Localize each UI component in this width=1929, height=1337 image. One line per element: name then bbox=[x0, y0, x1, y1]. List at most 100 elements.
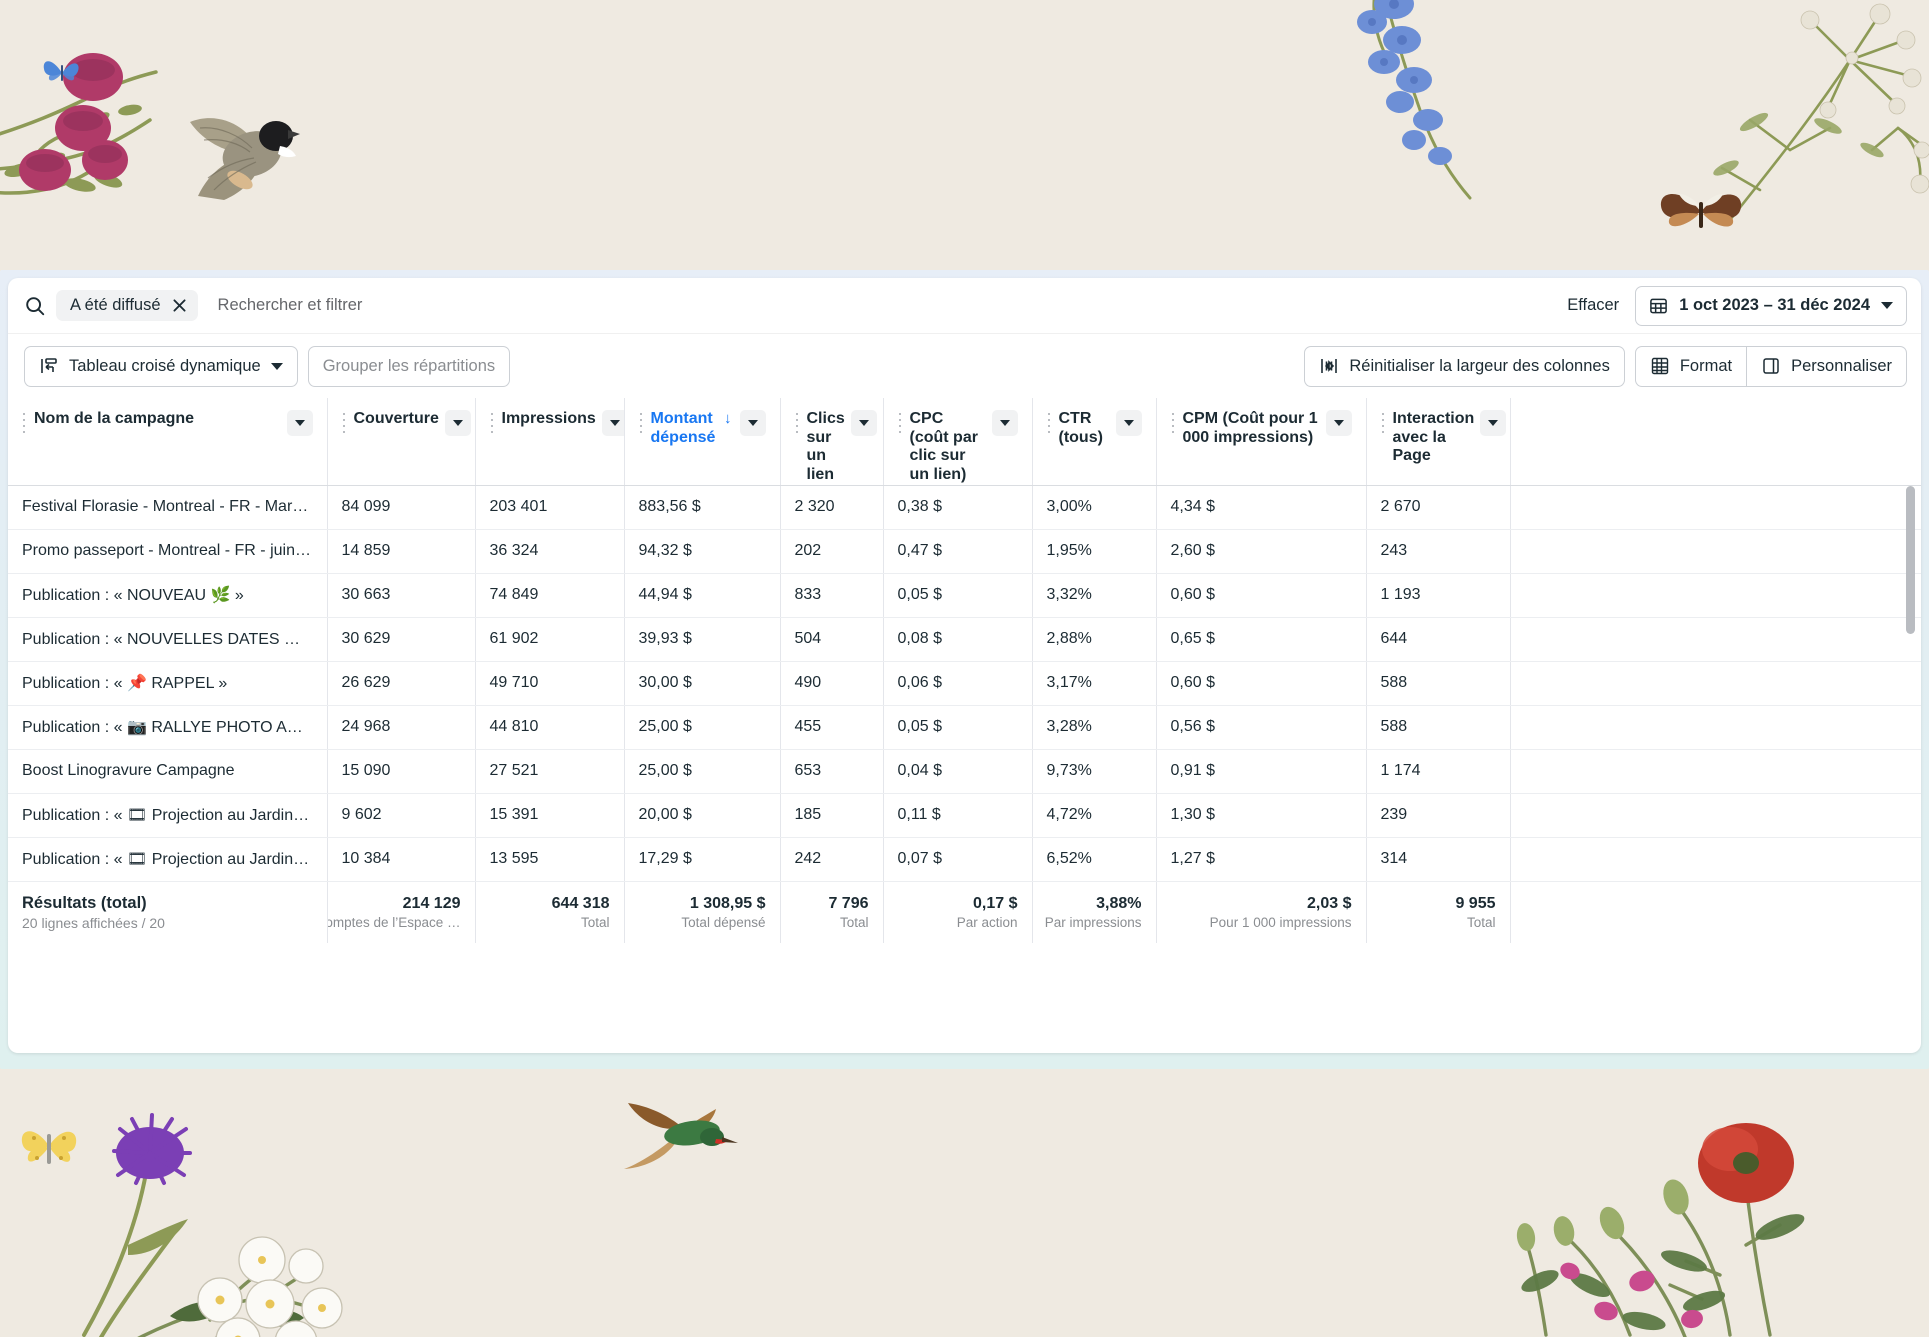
table-row[interactable]: Publication : « 📷 RALLYE PHOTO AU JARD..… bbox=[8, 705, 1921, 750]
column-drag-handle[interactable] bbox=[1046, 411, 1051, 437]
campaign-name-link[interactable]: Publication : « 📷 RALLYE PHOTO AU JARD..… bbox=[8, 705, 328, 750]
column-menu-caret-icon[interactable] bbox=[850, 410, 877, 436]
table-row[interactable]: Publication : « 🎞 Projection au Jardin b… bbox=[8, 837, 1921, 882]
group-breakdowns-label: Grouper les répartitions bbox=[322, 356, 496, 375]
totals-cell-1: 214 129 comptes de l’Espace … bbox=[327, 880, 476, 944]
column-drag-handle[interactable] bbox=[1380, 411, 1385, 437]
cell-cpm: 0,91 $ bbox=[1156, 749, 1367, 794]
column-header-7[interactable]: CTR (tous) bbox=[1032, 398, 1157, 486]
cell-ctr: 3,28% bbox=[1032, 705, 1157, 750]
brown-butterfly-illustration bbox=[1660, 193, 1742, 228]
table-row[interactable]: Promo passeport - Montreal - FR - juin 2… bbox=[8, 529, 1921, 574]
search-input[interactable]: Rechercher et filtrer bbox=[218, 296, 1568, 315]
column-menu-caret-icon[interactable] bbox=[286, 410, 313, 436]
column-header-8[interactable]: CPM (Coût pour 1 000 impressions) bbox=[1156, 398, 1367, 486]
campaign-name-link[interactable]: Boost Linogravure Campagne bbox=[8, 749, 328, 794]
column-header-label: Nom de la campagne bbox=[34, 410, 195, 427]
campaign-name-link[interactable]: Publication : « NOUVELLES DATES 📅 » bbox=[8, 617, 328, 662]
cell-clics: 185 bbox=[780, 793, 884, 838]
totals-value: 214 129 bbox=[402, 895, 461, 913]
pivot-table-button[interactable]: Tableau croisé dynamique bbox=[24, 345, 298, 387]
column-drag-handle[interactable] bbox=[341, 411, 346, 437]
customize-button[interactable]: Personnaliser bbox=[1746, 346, 1906, 386]
cell-ctr: 3,32% bbox=[1032, 573, 1157, 618]
column-header-9[interactable]: Interaction avec la Page bbox=[1366, 398, 1511, 486]
close-icon[interactable] bbox=[171, 297, 188, 314]
column-drag-handle[interactable] bbox=[1170, 411, 1175, 437]
totals-title: Résultats (total) bbox=[22, 894, 147, 913]
column-header-empty[interactable] bbox=[1510, 398, 1921, 486]
campaign-name-link[interactable]: Publication : « 🎞 Projection au Jardin b… bbox=[8, 837, 328, 882]
cell-cpm: 0,65 $ bbox=[1156, 617, 1367, 662]
cell-clics: 242 bbox=[780, 837, 884, 882]
column-drag-handle[interactable] bbox=[22, 411, 26, 437]
date-range-picker[interactable]: 1 oct 2023 – 31 déc 2024 bbox=[1635, 285, 1907, 326]
cell-montant: 94,32 $ bbox=[624, 529, 781, 574]
totals-value: 3,88% bbox=[1096, 895, 1142, 913]
clear-filters-button[interactable]: Effacer bbox=[1567, 296, 1619, 315]
column-menu-caret-icon[interactable] bbox=[1115, 410, 1142, 436]
format-button[interactable]: Format bbox=[1636, 347, 1746, 386]
cell-cpc: 0,47 $ bbox=[883, 529, 1033, 574]
cell-clics: 653 bbox=[780, 749, 884, 794]
column-drag-handle[interactable] bbox=[489, 411, 494, 437]
cell-montant: 17,29 $ bbox=[624, 837, 781, 882]
vertical-scrollbar[interactable] bbox=[1906, 486, 1915, 634]
column-drag-handle[interactable] bbox=[794, 411, 799, 437]
cell-cpm: 0,60 $ bbox=[1156, 573, 1367, 618]
column-header-3[interactable]: Impressions bbox=[475, 398, 625, 486]
column-header-5[interactable]: Clics sur un lien bbox=[780, 398, 884, 486]
column-menu-caret-icon[interactable] bbox=[739, 410, 766, 436]
column-header-label: Clics sur un lien bbox=[806, 410, 845, 484]
table-row[interactable]: Publication : « 📌 RAPPEL » 26 629 49 710 30… bbox=[8, 661, 1921, 706]
cell-montant: 883,56 $ bbox=[624, 485, 781, 530]
column-header-6[interactable]: CPC (coût par clic sur un lien) bbox=[883, 398, 1033, 486]
column-menu-caret-icon[interactable] bbox=[1325, 410, 1352, 436]
column-header-4[interactable]: Montant dépensé ↓ bbox=[624, 398, 781, 486]
chevron-down-icon bbox=[270, 362, 283, 370]
column-menu-caret-icon[interactable] bbox=[1480, 410, 1507, 436]
totals-value: 1 308,95 $ bbox=[689, 895, 766, 913]
cell-interaction: 644 bbox=[1366, 617, 1511, 662]
campaign-name-link[interactable]: Festival Florasie - Montreal - FR - Mars… bbox=[8, 485, 328, 530]
totals-cell-8: 9 955 Total bbox=[1366, 880, 1511, 944]
cell-couverture: 14 859 bbox=[327, 529, 476, 574]
chevron-down-icon bbox=[1881, 302, 1893, 309]
cell-interaction: 2 670 bbox=[1366, 485, 1511, 530]
table-row[interactable]: Festival Florasie - Montreal - FR - Mars… bbox=[8, 485, 1921, 530]
column-drag-handle[interactable] bbox=[638, 411, 643, 437]
cell-couverture: 30 629 bbox=[327, 617, 476, 662]
cell-clics: 202 bbox=[780, 529, 884, 574]
campaign-name-link[interactable]: Publication : « NOUVEAU 🌿 » bbox=[8, 573, 328, 618]
totals-sublabel: Par action bbox=[956, 915, 1018, 931]
column-header-1[interactable]: Nom de la campagne bbox=[8, 398, 328, 486]
column-width-icon bbox=[1319, 356, 1339, 376]
reset-column-width-button[interactable]: Réinitialiser la largeur des colonnes bbox=[1304, 345, 1625, 387]
campaign-table: Nom de la campagne Couverture Impressions M… bbox=[8, 398, 1921, 944]
table-row[interactable]: Publication : « NOUVELLES DATES 📅 » 30 62… bbox=[8, 617, 1921, 662]
column-menu-caret-icon[interactable] bbox=[601, 410, 623, 436]
reset-column-width-label: Réinitialiser la largeur des colonnes bbox=[1349, 356, 1610, 375]
cell-cpm: 1,27 $ bbox=[1156, 837, 1367, 882]
format-grid-icon bbox=[1650, 356, 1670, 376]
column-menu-caret-icon[interactable] bbox=[444, 410, 471, 436]
campaign-name-link[interactable]: Promo passeport - Montreal - FR - juin 2… bbox=[8, 529, 328, 574]
campaign-name-link[interactable]: Publication : « 📌 RAPPEL » bbox=[8, 661, 328, 706]
column-drag-handle[interactable] bbox=[897, 411, 902, 437]
group-breakdowns-button[interactable]: Grouper les répartitions bbox=[307, 345, 511, 387]
column-header-2[interactable]: Couverture bbox=[327, 398, 476, 486]
cell-interaction: 239 bbox=[1366, 793, 1511, 838]
column-header-label: Interaction avec la Page bbox=[1392, 410, 1475, 465]
table-row[interactable]: Publication : « 🎞 Projection au Jardin b… bbox=[8, 793, 1921, 838]
panel-content: A été diffusé Rechercher et filtrer Effa… bbox=[8, 278, 1921, 1053]
column-header-label: CPC (coût par clic sur un lien) bbox=[909, 410, 978, 484]
campaign-name-link[interactable]: Publication : « 🎞 Projection au Jardin b… bbox=[8, 793, 328, 838]
totals-value: 9 955 bbox=[1455, 895, 1496, 913]
column-menu-caret-icon[interactable] bbox=[991, 410, 1018, 436]
clover-sprig-illustration bbox=[0, 53, 158, 195]
table-row[interactable]: Publication : « NOUVEAU 🌿 » 30 663 74 849 4… bbox=[8, 573, 1921, 618]
table-row[interactable]: Boost Linogravure Campagne 15 090 27 521 25… bbox=[8, 749, 1921, 794]
delphinium-illustration bbox=[1357, 0, 1472, 200]
filter-chip-delivered[interactable]: A été diffusé bbox=[56, 290, 198, 321]
cell-cpc: 0,05 $ bbox=[883, 705, 1033, 750]
